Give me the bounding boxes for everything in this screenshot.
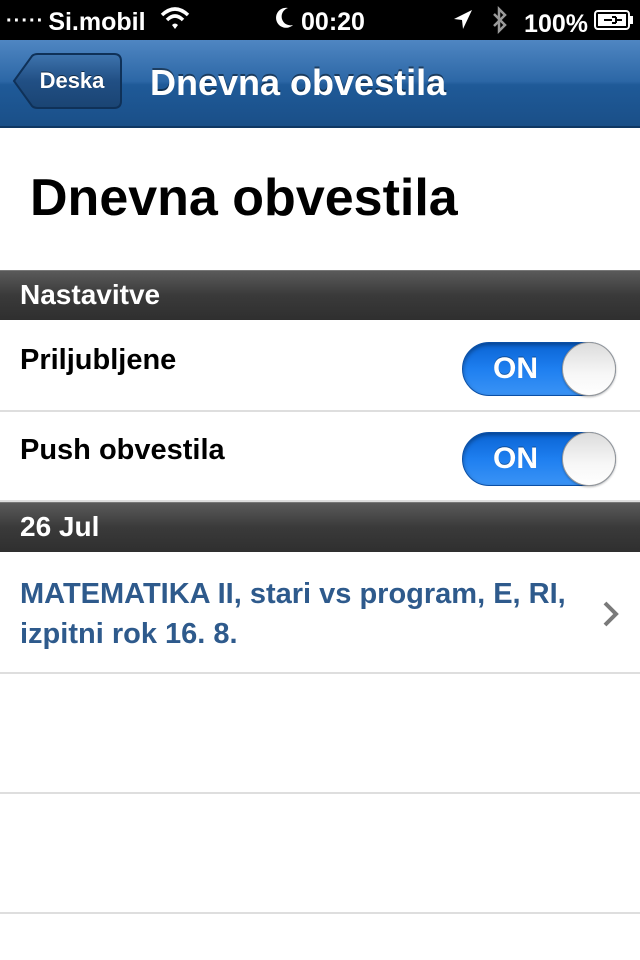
- toggle-state-text: ON: [493, 442, 538, 475]
- status-bar: ····· Si.mobil 00:20 100%: [0, 0, 640, 40]
- page-title: Dnevna obvestila: [30, 169, 458, 227]
- bluetooth-icon: [492, 5, 508, 41]
- status-bar-right: 100%: [452, 5, 634, 41]
- section-header-settings: Nastavitve: [0, 270, 640, 320]
- moon-icon: [275, 6, 295, 37]
- empty-row: [0, 794, 640, 914]
- section-header-date: 26 Jul: [0, 502, 640, 552]
- back-button-label: Deska: [39, 68, 105, 93]
- chevron-right-icon: [602, 600, 620, 633]
- settings-row-favorites: Priljubljene ON: [0, 320, 640, 412]
- back-button[interactable]: Deska: [12, 53, 122, 109]
- nav-title: Dnevna obvestila: [150, 62, 447, 103]
- notification-item[interactable]: MATEMATIKA II, stari vs program, E, RI, …: [0, 552, 640, 674]
- battery-percent: 100%: [524, 9, 588, 38]
- push-notifications-label: Push obvestila: [20, 434, 225, 466]
- settings-row-push: Push obvestila ON: [0, 412, 640, 502]
- empty-row: [0, 674, 640, 794]
- toggle-knob: [562, 342, 616, 396]
- battery-charging-icon: [594, 9, 634, 38]
- status-time: 00:20: [301, 7, 365, 36]
- favorites-label: Priljubljene: [20, 344, 177, 376]
- notification-title: MATEMATIKA II, stari vs program, E, RI, …: [20, 578, 566, 650]
- location-arrow-icon: [452, 8, 474, 39]
- toggle-state-text: ON: [493, 352, 538, 385]
- push-notifications-toggle[interactable]: ON: [462, 432, 616, 486]
- navigation-bar: Deska Dnevna obvestila: [0, 40, 640, 128]
- toggle-knob: [562, 432, 616, 486]
- favorites-toggle[interactable]: ON: [462, 342, 616, 396]
